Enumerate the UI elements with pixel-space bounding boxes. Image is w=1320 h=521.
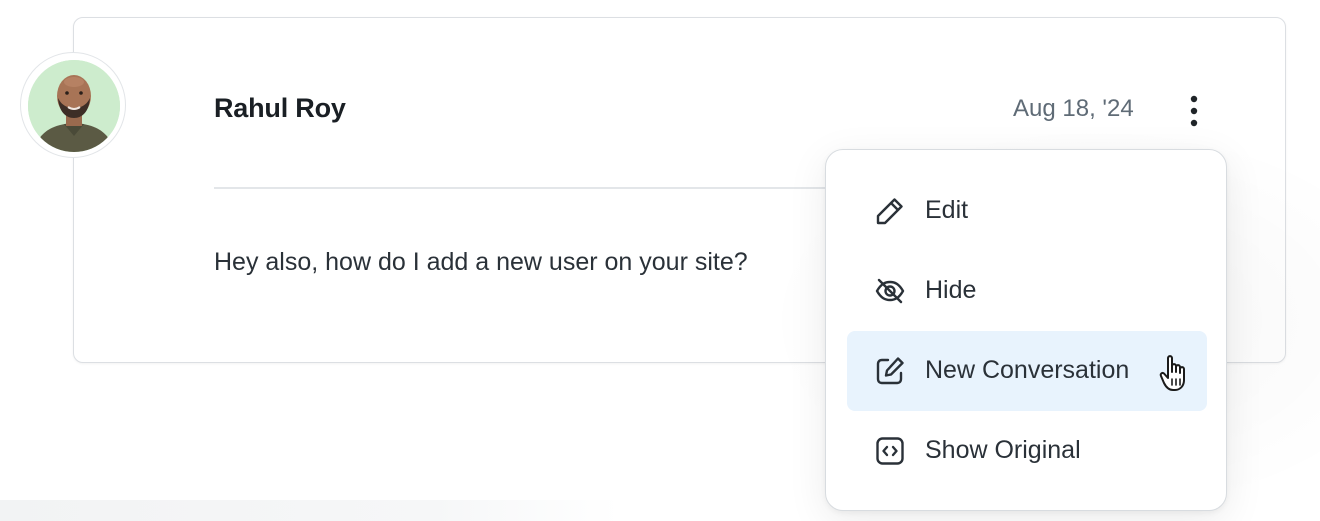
- avatar-image: [28, 60, 120, 152]
- eye-off-icon: [874, 275, 906, 307]
- menu-item-edit[interactable]: Edit: [847, 171, 1207, 251]
- page: Rahul Roy Aug 18, '24 Hey also, how do I…: [0, 0, 1320, 521]
- menu-item-hide[interactable]: Hide: [847, 251, 1207, 331]
- menu-item-label: Hide: [925, 276, 977, 304]
- comment-date: Aug 18, '24: [1013, 95, 1134, 122]
- edit-square-icon: [874, 355, 906, 387]
- context-menu: Edit Hide New Conversation Show Original: [825, 149, 1227, 511]
- menu-item-label: New Conversation: [925, 356, 1130, 384]
- pencil-icon: [874, 195, 906, 227]
- divider: [214, 187, 854, 189]
- hand-pointer-icon: [1158, 352, 1198, 394]
- avatar[interactable]: [28, 60, 120, 152]
- menu-item-label: Show Original: [925, 436, 1081, 464]
- background-shadow: [0, 500, 620, 521]
- code-icon: [874, 435, 906, 467]
- comment-message: Hey also, how do I add a new user on you…: [214, 248, 748, 276]
- menu-item-show-original[interactable]: Show Original: [847, 411, 1207, 491]
- author-name: Rahul Roy: [214, 93, 346, 123]
- menu-item-label: Edit: [925, 196, 969, 224]
- menu-item-new-conversation[interactable]: New Conversation: [847, 331, 1207, 411]
